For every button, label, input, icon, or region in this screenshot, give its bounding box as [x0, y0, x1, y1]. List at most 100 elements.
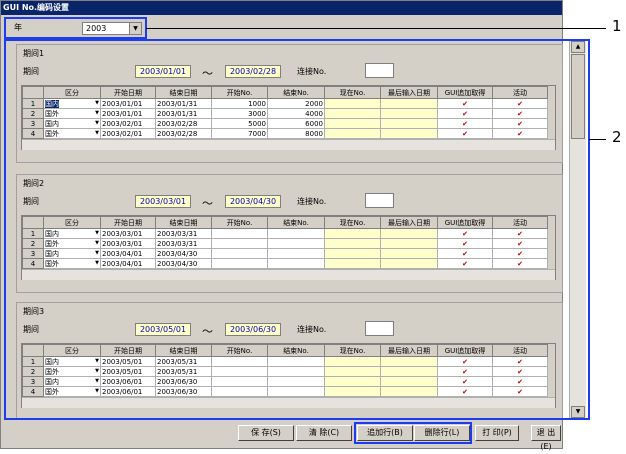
- column-header[interactable]: 结束日期: [155, 216, 212, 229]
- link-no-input[interactable]: [365, 193, 394, 208]
- chevron-down-icon[interactable]: ▼: [95, 110, 99, 118]
- year-dropdown[interactable]: 2003 ▼: [82, 22, 142, 35]
- start-no-cell[interactable]: [211, 356, 268, 367]
- start-date-cell[interactable]: 2003/03/01: [100, 238, 156, 249]
- gui-add-checkbox[interactable]: ✔: [437, 366, 493, 377]
- scroll-up-icon[interactable]: ▲: [571, 41, 585, 53]
- column-header[interactable]: 开始日期: [100, 86, 156, 99]
- column-header[interactable]: 最后输入日期: [380, 86, 438, 99]
- end-date-cell[interactable]: 2003/06/30: [155, 376, 212, 387]
- gui-add-checkbox[interactable]: ✔: [437, 118, 493, 129]
- table-row[interactable]: 2 国外 ▼ 2003/05/01 2003/05/31 ✔ ✔: [22, 366, 548, 377]
- delete-row-button[interactable]: 删除行(L): [414, 425, 470, 441]
- gui-add-checkbox[interactable]: ✔: [437, 248, 493, 259]
- row-number[interactable]: 4: [22, 258, 44, 269]
- horizontal-scrollbar[interactable]: [22, 397, 555, 408]
- column-header[interactable]: 开始No.: [211, 344, 268, 357]
- start-no-cell[interactable]: [211, 376, 268, 387]
- end-no-cell[interactable]: [267, 228, 325, 239]
- start-no-cell[interactable]: [211, 386, 268, 397]
- link-no-input[interactable]: [365, 321, 394, 336]
- division-dropdown[interactable]: 国外 ▼: [43, 386, 101, 397]
- column-header[interactable]: 结束No.: [267, 344, 325, 357]
- division-dropdown[interactable]: 国外 ▼: [43, 108, 101, 119]
- start-no-cell[interactable]: [211, 248, 268, 259]
- table-row[interactable]: 4 国外 ▼ 2003/04/01 2003/04/30 ✔ ✔: [22, 258, 548, 269]
- division-dropdown[interactable]: 国外 ▼: [43, 258, 101, 269]
- scroll-down-icon[interactable]: ▼: [571, 406, 585, 418]
- gui-add-checkbox[interactable]: ✔: [437, 128, 493, 139]
- end-no-cell[interactable]: 8000: [267, 128, 325, 139]
- table-row[interactable]: 1 国内 ▼ 2003/01/01 2003/01/31 1000 2000 ✔ ✔: [22, 98, 548, 109]
- end-no-cell[interactable]: [267, 386, 325, 397]
- end-date-cell[interactable]: 2003/04/30: [155, 248, 212, 259]
- row-number[interactable]: 4: [22, 386, 44, 397]
- end-date-cell[interactable]: 2003/02/28: [155, 118, 212, 129]
- start-no-cell[interactable]: 3000: [211, 108, 268, 119]
- start-date-cell[interactable]: 2003/03/01: [100, 228, 156, 239]
- end-date-cell[interactable]: 2003/01/31: [155, 108, 212, 119]
- division-dropdown[interactable]: 国内 ▼: [43, 228, 101, 239]
- start-date-cell[interactable]: 2003/04/01: [100, 258, 156, 269]
- column-header[interactable]: 结束No.: [267, 216, 325, 229]
- chevron-down-icon[interactable]: ▼: [95, 250, 99, 258]
- active-checkbox[interactable]: ✔: [492, 356, 548, 367]
- start-no-cell[interactable]: [211, 238, 268, 249]
- active-checkbox[interactable]: ✔: [492, 258, 548, 269]
- column-header[interactable]: 现在No.: [324, 86, 381, 99]
- exit-button[interactable]: 退 出(E): [531, 425, 561, 451]
- division-dropdown[interactable]: 国内 ▼: [43, 248, 101, 259]
- column-header[interactable]: 区分: [43, 86, 101, 99]
- column-header[interactable]: 活动: [492, 344, 548, 357]
- row-number[interactable]: 3: [22, 248, 44, 259]
- save-button[interactable]: 保 存(S): [238, 425, 294, 441]
- row-number[interactable]: 2: [22, 366, 44, 377]
- chevron-down-icon[interactable]: ▼: [95, 368, 99, 376]
- start-no-cell[interactable]: [211, 228, 268, 239]
- active-checkbox[interactable]: ✔: [492, 128, 548, 139]
- horizontal-scrollbar[interactable]: [22, 139, 555, 150]
- period-start-date[interactable]: 2003/05/01: [135, 323, 191, 336]
- start-no-cell[interactable]: [211, 366, 268, 377]
- chevron-down-icon[interactable]: ▼: [95, 388, 99, 396]
- table-row[interactable]: 2 国外 ▼ 2003/03/01 2003/03/31 ✔ ✔: [22, 238, 548, 249]
- gui-add-checkbox[interactable]: ✔: [437, 108, 493, 119]
- table-row[interactable]: 3 国内 ▼ 2003/06/01 2003/06/30 ✔ ✔: [22, 376, 548, 387]
- table-row[interactable]: 1 国内 ▼ 2003/03/01 2003/03/31 ✔ ✔: [22, 228, 548, 239]
- start-no-cell[interactable]: [211, 258, 268, 269]
- table-row[interactable]: 4 国外 ▼ 2003/06/01 2003/06/30 ✔ ✔: [22, 386, 548, 397]
- active-checkbox[interactable]: ✔: [492, 98, 548, 109]
- end-no-cell[interactable]: [267, 238, 325, 249]
- row-number[interactable]: 1: [22, 228, 44, 239]
- division-dropdown[interactable]: 国内 ▼: [43, 356, 101, 367]
- chevron-down-icon[interactable]: ▼: [95, 240, 99, 248]
- active-checkbox[interactable]: ✔: [492, 248, 548, 259]
- column-header[interactable]: 区分: [43, 344, 101, 357]
- column-header[interactable]: GUI追加取得: [437, 344, 493, 357]
- gui-add-checkbox[interactable]: ✔: [437, 386, 493, 397]
- end-no-cell[interactable]: 6000: [267, 118, 325, 129]
- start-date-cell[interactable]: 2003/06/01: [100, 386, 156, 397]
- start-no-cell[interactable]: 5000: [211, 118, 268, 129]
- row-number[interactable]: 2: [22, 238, 44, 249]
- row-number[interactable]: 2: [22, 108, 44, 119]
- column-header[interactable]: GUI追加取得: [437, 216, 493, 229]
- start-date-cell[interactable]: 2003/02/01: [100, 128, 156, 139]
- start-date-cell[interactable]: 2003/06/01: [100, 376, 156, 387]
- end-no-cell[interactable]: [267, 258, 325, 269]
- clear-button[interactable]: 清 除(C): [296, 425, 352, 441]
- end-no-cell[interactable]: [267, 376, 325, 387]
- division-dropdown[interactable]: 国外 ▼: [43, 128, 101, 139]
- table-row[interactable]: 4 国外 ▼ 2003/02/01 2003/02/28 7000 8000 ✔ ✔: [22, 128, 548, 139]
- table-row[interactable]: 1 国内 ▼ 2003/05/01 2003/05/31 ✔ ✔: [22, 356, 548, 367]
- table-row[interactable]: 2 国外 ▼ 2003/01/01 2003/01/31 3000 4000 ✔ ✔: [22, 108, 548, 119]
- chevron-down-icon[interactable]: ▼: [129, 23, 141, 34]
- chevron-down-icon[interactable]: ▼: [95, 130, 99, 138]
- row-number[interactable]: 1: [22, 98, 44, 109]
- division-dropdown[interactable]: 国外 ▼: [43, 238, 101, 249]
- start-date-cell[interactable]: 2003/05/01: [100, 366, 156, 377]
- column-header[interactable]: GUI追加取得: [437, 86, 493, 99]
- division-dropdown[interactable]: 国内 ▼: [43, 376, 101, 387]
- gui-add-checkbox[interactable]: ✔: [437, 228, 493, 239]
- column-header[interactable]: 开始日期: [100, 344, 156, 357]
